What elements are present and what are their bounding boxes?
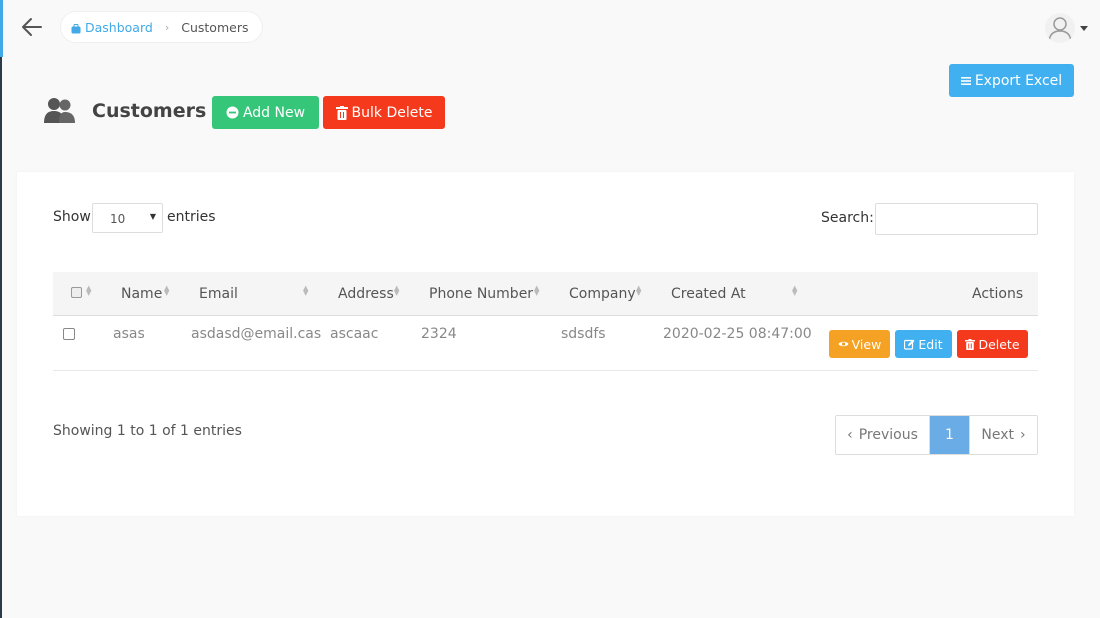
breadcrumb: Dashboard › Customers xyxy=(61,12,263,42)
sort-icon: ▲ ▼ xyxy=(164,284,170,297)
column-header-email[interactable]: Email xyxy=(199,272,238,315)
breadcrumb-dashboard-label: Dashboard xyxy=(85,19,153,35)
caret-down-icon xyxy=(1080,25,1088,31)
trash-icon xyxy=(965,338,976,350)
column-header-address[interactable]: Address xyxy=(338,272,394,315)
entries-per-page-value: 10 xyxy=(110,212,126,226)
briefcase-icon xyxy=(71,22,81,34)
breadcrumb-dashboard-link[interactable]: Dashboard xyxy=(71,20,153,35)
column-header-actions: Actions xyxy=(972,286,1024,302)
edit-button[interactable]: Edit xyxy=(895,330,952,358)
breadcrumb-current: Customers xyxy=(181,19,249,35)
table-row: asas asdasd@email.cas ascaac 2324 sdsdfs… xyxy=(53,316,1038,371)
cell-phone-number: 2324 xyxy=(421,326,457,342)
row-checkbox[interactable] xyxy=(63,328,75,340)
cell-created-at: 2020-02-25 08:47:00 xyxy=(663,326,812,342)
user-menu[interactable] xyxy=(1045,13,1088,43)
chevron-right-icon: › xyxy=(164,20,170,34)
previous-label: Previous xyxy=(858,427,918,443)
bulk-delete-button[interactable]: Bulk Delete xyxy=(323,96,445,129)
entries-per-page-select[interactable]: 10 ▼ xyxy=(92,203,163,233)
add-new-label: Add New xyxy=(242,104,306,121)
page-1-button[interactable]: 1 xyxy=(930,416,969,454)
sort-icon: ▲ ▼ xyxy=(86,284,92,297)
minus-circle-icon xyxy=(226,106,239,119)
table-header: ▲ ▼ Name ▲ ▼ Email ▲ ▼ Address ▲ ▼ Phone Num… xyxy=(53,272,1038,316)
entries-label: entries xyxy=(167,209,216,225)
search-label: Search: xyxy=(821,210,874,226)
next-label: Next xyxy=(981,427,1014,443)
sort-icon: ▲ ▼ xyxy=(636,284,642,297)
previous-page-button[interactable]: ‹ Previous xyxy=(836,416,930,454)
page-title: Customers xyxy=(92,100,207,122)
bulk-delete-label: Bulk Delete xyxy=(351,104,433,121)
chevron-right-icon: › xyxy=(1020,427,1026,443)
edit-icon xyxy=(904,339,915,350)
caret-down-icon: ▼ xyxy=(149,212,156,221)
user-avatar-icon xyxy=(1045,13,1075,43)
pagination: ‹ Previous 1 Next › xyxy=(835,415,1038,455)
customers-table-panel: Show 10 ▼ entries Search: ▲ ▼ Name ▲ ▼ Ema… xyxy=(17,172,1074,516)
sort-icon: ▲ ▼ xyxy=(534,284,540,297)
view-button[interactable]: View xyxy=(829,330,890,358)
left-accent-bar xyxy=(0,0,3,57)
sort-icon: ▲ ▼ xyxy=(792,284,798,297)
sort-icon: ▲ ▼ xyxy=(303,284,309,297)
add-new-button[interactable]: Add New xyxy=(212,96,319,129)
column-header-created-at[interactable]: Created At xyxy=(671,272,746,315)
cell-address: ascaac xyxy=(330,326,379,342)
edit-label: Edit xyxy=(918,336,943,352)
select-all-checkbox[interactable] xyxy=(71,287,82,298)
sidebar-edge xyxy=(0,57,2,618)
show-label: Show xyxy=(53,209,91,225)
column-header-phone-number[interactable]: Phone Number xyxy=(429,272,533,315)
cell-name: asas xyxy=(113,326,145,342)
view-label: View xyxy=(851,336,882,352)
sort-icon: ▲ ▼ xyxy=(394,284,400,297)
delete-button[interactable]: Delete xyxy=(957,330,1028,358)
export-excel-label: Export Excel xyxy=(974,72,1063,89)
eye-icon xyxy=(838,340,849,348)
trash-icon xyxy=(335,105,348,120)
delete-label: Delete xyxy=(978,336,1020,352)
cell-email: asdasd@email.cas xyxy=(191,326,322,342)
users-icon xyxy=(43,96,77,126)
column-header-name[interactable]: Name xyxy=(121,272,162,315)
chevron-left-icon: ‹ xyxy=(847,427,853,443)
back-arrow-icon[interactable] xyxy=(20,15,44,39)
cell-company: sdsdfs xyxy=(561,326,606,342)
column-header-company[interactable]: Company xyxy=(569,272,636,315)
entries-info: Showing 1 to 1 of 1 entries xyxy=(53,423,242,439)
search-input[interactable] xyxy=(875,203,1038,235)
export-excel-button[interactable]: Export Excel xyxy=(949,64,1074,97)
next-page-button[interactable]: Next › xyxy=(969,416,1037,454)
list-icon xyxy=(960,76,971,86)
